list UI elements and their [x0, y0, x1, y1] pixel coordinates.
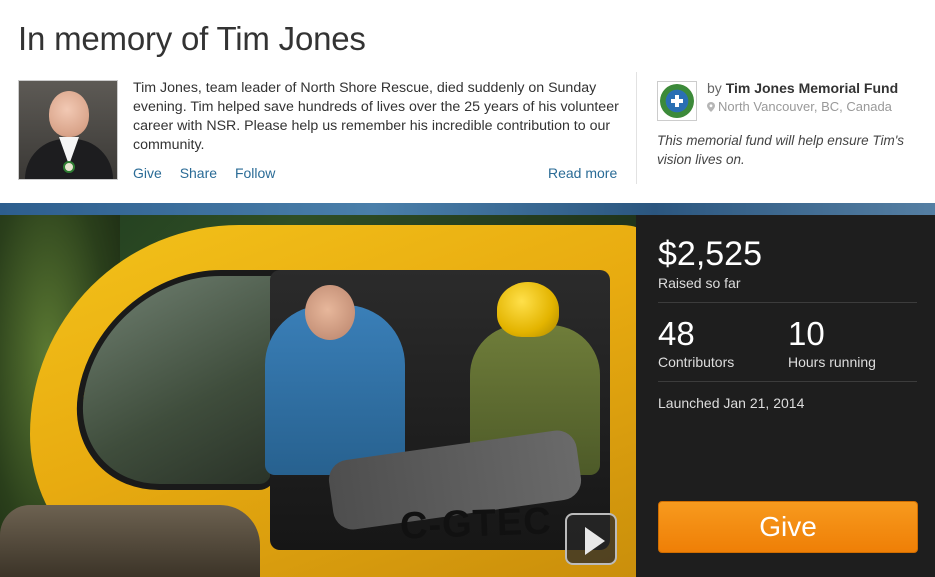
- play-button[interactable]: [565, 513, 617, 565]
- hours-count: 10: [788, 315, 825, 352]
- by-label: by: [707, 80, 722, 96]
- map-pin-icon: [707, 102, 715, 112]
- hours-label: Hours running: [788, 354, 876, 370]
- organizer-logo[interactable]: [657, 81, 697, 121]
- read-more-link[interactable]: Read more: [548, 165, 617, 181]
- give-link[interactable]: Give: [133, 165, 162, 181]
- stats-divider: [658, 381, 917, 382]
- organizer-location: North Vancouver, BC, Canada: [707, 99, 892, 114]
- campaign-video[interactable]: C-GTEC: [0, 215, 636, 577]
- contributors-count: 48: [658, 315, 695, 352]
- story-actions: Give Share Follow: [133, 165, 289, 181]
- page-title: In memory of Tim Jones: [18, 20, 366, 57]
- story-description: Tim Jones, team leader of North Shore Re…: [133, 80, 619, 153]
- launch-date: Launched Jan 21, 2014: [658, 395, 805, 411]
- organizer-note: This memorial fund will help ensure Tim'…: [657, 133, 905, 167]
- campaign-hero: C-GTEC $2,525 Raised so far 48 Contribut…: [0, 203, 935, 577]
- location-text: North Vancouver, BC, Canada: [718, 99, 892, 114]
- memorial-photo: [18, 80, 118, 180]
- contributors-label: Contributors: [658, 354, 735, 370]
- raised-amount: $2,525: [658, 235, 762, 273]
- organizer-byline: by Tim Jones Memorial Fund: [707, 80, 898, 96]
- helicopter-registration: C-GTEC: [399, 500, 553, 548]
- give-button[interactable]: Give: [658, 501, 918, 553]
- stats-panel: $2,525 Raised so far 48 Contributors 10 …: [636, 215, 935, 577]
- organizer-name[interactable]: Tim Jones Memorial Fund: [726, 80, 898, 96]
- divider: [636, 72, 637, 184]
- cross-icon: [671, 95, 683, 107]
- raised-label: Raised so far: [658, 275, 741, 291]
- follow-link[interactable]: Follow: [235, 165, 275, 181]
- stats-divider: [658, 302, 917, 303]
- play-icon: [585, 527, 605, 555]
- share-link[interactable]: Share: [180, 165, 217, 181]
